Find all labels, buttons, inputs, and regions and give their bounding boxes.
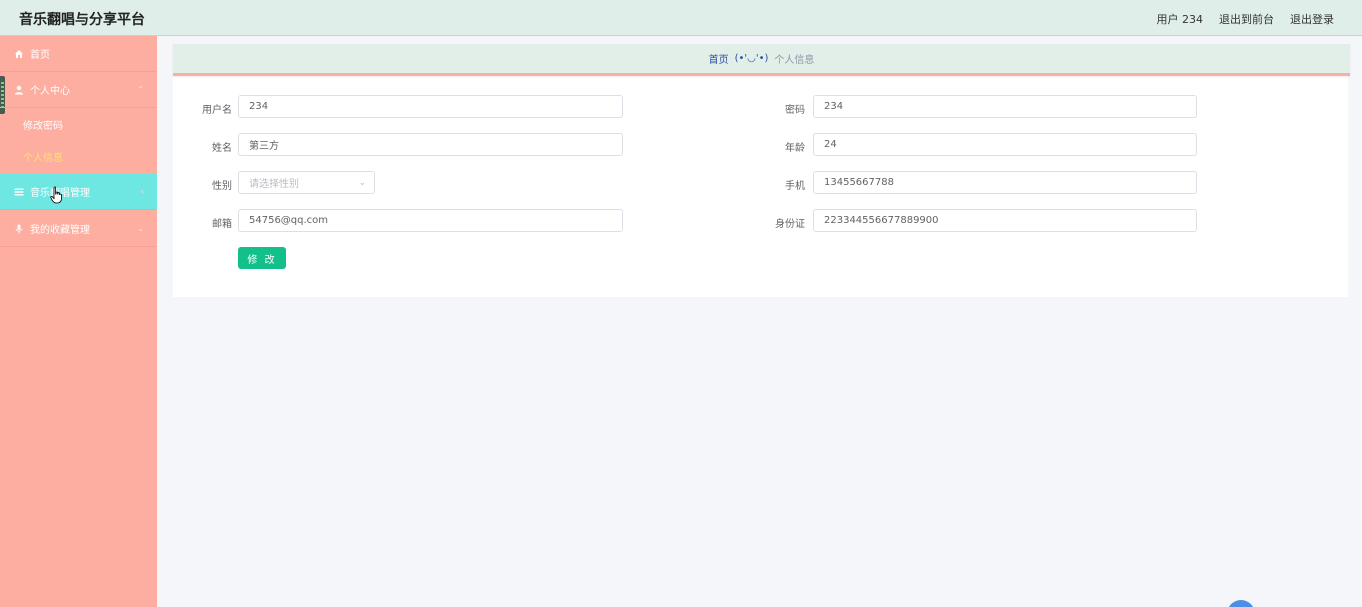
breadcrumb-current: 个人信息 xyxy=(774,55,815,66)
microphone-icon xyxy=(13,224,25,234)
hand-cursor-icon xyxy=(50,186,62,204)
floating-action-button[interactable] xyxy=(1227,600,1255,607)
sidebar-item-label: 个人中心 xyxy=(30,86,70,97)
idcard-label: 身份证 xyxy=(775,219,805,230)
sidebar-item-personal-center[interactable]: 个人中心 ⌃ xyxy=(0,72,157,108)
age-field[interactable]: 24 xyxy=(813,133,1197,156)
submenu-item-label: 个人信息 xyxy=(23,152,63,164)
gender-select[interactable]: 请选择性别 ⌄ xyxy=(238,171,375,194)
chevron-down-icon: ⌄ xyxy=(358,178,366,188)
app-title: 音乐翻唱与分享平台 xyxy=(19,12,145,28)
submenu-item-personal-info[interactable]: 个人信息 xyxy=(0,140,157,172)
breadcrumb-separator: (•'◡'•) xyxy=(734,53,769,64)
submenu-item-change-password[interactable]: 修改密码 xyxy=(0,108,157,140)
sidebar: 首页 个人中心 ⌃ 修改密码 个人信息 音乐翻唱管理 ‹ 我的收藏管理 ⌄ xyxy=(0,36,157,607)
chevron-left-icon: ‹ xyxy=(140,187,144,196)
name-field[interactable]: 第三方 xyxy=(238,133,623,156)
sidebar-item-home[interactable]: 首页 xyxy=(0,36,157,72)
top-right-links: 用户 234 退出到前台 退出登录 xyxy=(1157,11,1335,27)
email-label: 邮箱 xyxy=(212,219,232,230)
user-icon xyxy=(13,85,25,95)
chevron-down-icon: ⌄ xyxy=(137,224,144,233)
logout-link[interactable]: 退出登录 xyxy=(1290,11,1334,27)
submenu-item-label: 修改密码 xyxy=(23,120,63,132)
list-icon xyxy=(13,187,25,197)
breadcrumb-home[interactable]: 首页 xyxy=(709,51,729,66)
home-icon xyxy=(13,49,25,59)
password-field[interactable]: 234 xyxy=(813,95,1197,118)
username-label: 用户名 xyxy=(202,105,232,116)
idcard-field[interactable]: 223344556677889900 xyxy=(813,209,1197,232)
chevron-up-icon: ⌃ xyxy=(137,85,144,94)
sidebar-item-label: 首页 xyxy=(30,50,50,61)
submit-button[interactable]: 修 改 xyxy=(238,247,286,269)
username-field[interactable]: 234 xyxy=(238,95,623,118)
name-label: 姓名 xyxy=(212,143,232,154)
gender-select-placeholder: 请选择性别 xyxy=(249,179,299,190)
breadcrumb: 首页 (•'◡'•) 个人信息 xyxy=(173,44,1350,76)
password-label: 密码 xyxy=(785,105,805,116)
phone-label: 手机 xyxy=(785,181,805,192)
phone-field[interactable]: 13455667788 xyxy=(813,171,1197,194)
email-field[interactable]: 54756@qq.com xyxy=(238,209,623,232)
gender-label: 性别 xyxy=(212,181,232,192)
sidebar-item-label: 我的收藏管理 xyxy=(30,225,90,236)
sidebar-item-music-cover[interactable]: 音乐翻唱管理 ‹ xyxy=(0,174,157,210)
back-to-front-link[interactable]: 退出到前台 xyxy=(1219,11,1274,27)
sidebar-item-favorites[interactable]: 我的收藏管理 ⌄ xyxy=(0,211,157,247)
user-label: 用户 234 xyxy=(1156,13,1204,26)
top-bar: 音乐翻唱与分享平台 用户 234 退出到前台 退出登录 xyxy=(0,0,1362,36)
age-label: 年龄 xyxy=(785,143,805,154)
